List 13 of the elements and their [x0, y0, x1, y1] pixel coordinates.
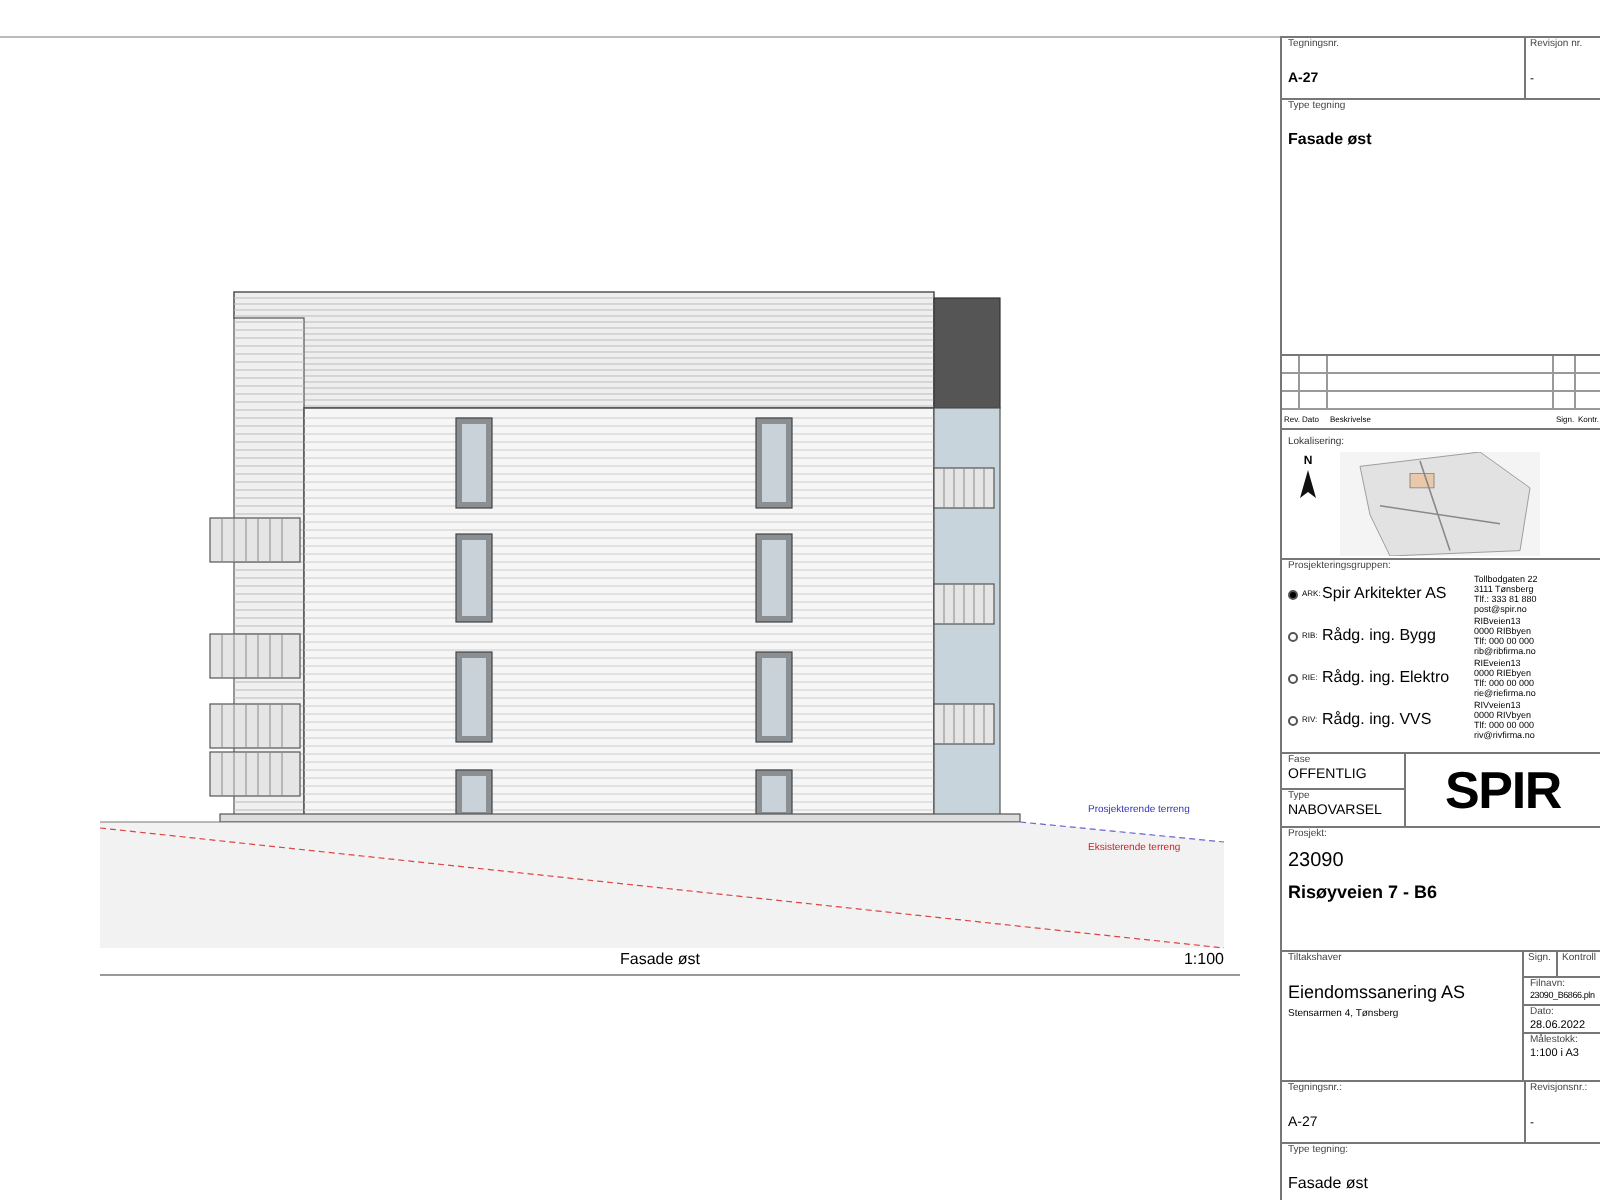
- drawing-caption: Fasade øst: [620, 948, 701, 972]
- company-logo: SPIR: [1444, 764, 1562, 816]
- project-number: 23090: [1288, 848, 1346, 876]
- drawing-scale: 1:100: [1183, 948, 1224, 972]
- consultant-name: Rådg. ing. VVS: [1322, 708, 1434, 732]
- client-name: Eiendomssanering AS: [1288, 980, 1468, 1006]
- consultant-name: Rådg. ing. Bygg: [1322, 624, 1438, 648]
- drawing-type: Fasade øst: [1288, 1174, 1369, 1192]
- drawing-type: Fasade øst: [1288, 130, 1372, 148]
- project-name: Risøyveien 7 - B6: [1288, 880, 1440, 906]
- consultant-name: Spir Arkitekter AS: [1322, 582, 1449, 606]
- north-arrow-icon: [1300, 470, 1316, 498]
- consultant-name: Rådg. ing. Elektro: [1322, 666, 1452, 690]
